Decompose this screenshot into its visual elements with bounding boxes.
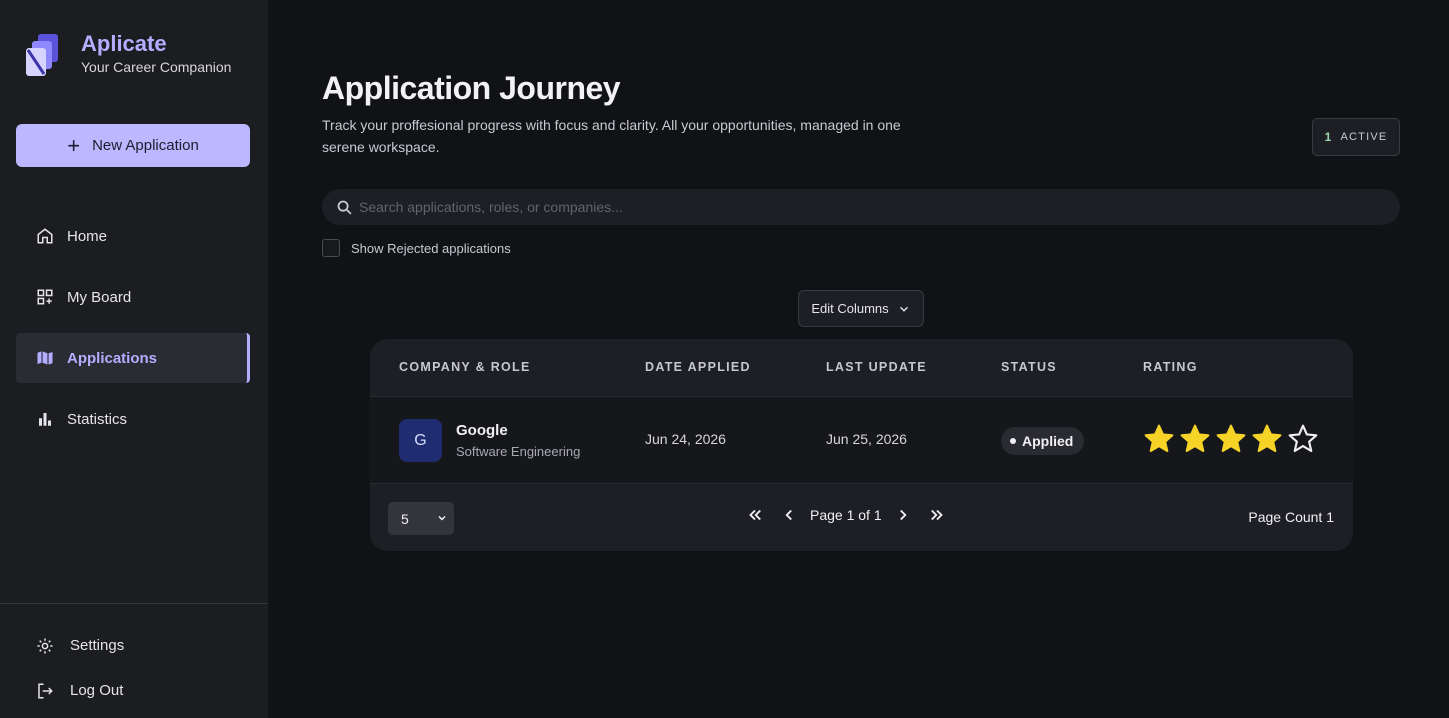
- pagination: Page 1 of 1: [746, 506, 946, 524]
- last-page-icon[interactable]: [928, 506, 946, 524]
- sidebar-bottom: Settings Log Out: [0, 603, 268, 713]
- show-rejected-label: Show Rejected applications: [351, 240, 511, 256]
- brand-title: Aplicate: [81, 31, 167, 56]
- date-applied: Jun 24, 2026: [645, 431, 726, 447]
- star-filled-icon[interactable]: [1143, 423, 1175, 455]
- chevron-down-icon: [438, 515, 446, 521]
- company-name: Google: [456, 422, 508, 439]
- next-page-icon[interactable]: [894, 506, 912, 524]
- board-icon: [37, 289, 53, 305]
- search-input[interactable]: [359, 199, 1259, 215]
- search-icon: [337, 200, 352, 215]
- status-label: Applied: [1022, 433, 1074, 449]
- sidebar-item-label: Settings: [70, 637, 125, 654]
- show-rejected-toggle[interactable]: Show Rejected applications: [322, 239, 511, 257]
- sidebar-item-logout[interactable]: Log Out: [0, 668, 268, 713]
- sidebar-item-label: Applications: [67, 349, 158, 367]
- column-header-last-update[interactable]: LAST UPDATE: [826, 360, 927, 374]
- search-bar[interactable]: [322, 189, 1400, 225]
- column-header-company[interactable]: COMPANY & ROLE: [399, 360, 531, 374]
- active-label: ACTIVE: [1340, 131, 1388, 143]
- column-header-rating[interactable]: RATING: [1143, 360, 1198, 374]
- sidebar-item-label: My Board: [67, 288, 132, 306]
- show-rejected-checkbox[interactable]: [322, 239, 340, 257]
- bar-chart-icon: [39, 413, 51, 426]
- page-description: Track your proffesional progress with fo…: [322, 117, 901, 155]
- last-update: Jun 25, 2026: [826, 431, 907, 447]
- app-logo-icon: [24, 32, 64, 80]
- map-icon: [37, 351, 53, 365]
- first-page-icon[interactable]: [746, 506, 764, 524]
- sidebar-nav: Home My Board Applications Statistics: [16, 211, 250, 455]
- gear-icon: [37, 638, 53, 653]
- page-title: Application Journey: [322, 70, 621, 106]
- sidebar-item-label: Log Out: [70, 682, 124, 699]
- sidebar-item-label: Home: [67, 227, 108, 245]
- brand-subtitle: Your Career Companion: [81, 59, 232, 75]
- plus-icon: +: [67, 132, 81, 158]
- active-count: 1: [1324, 130, 1333, 144]
- role-name: Software Engineering: [456, 444, 581, 459]
- page-size-value: 5: [401, 510, 409, 527]
- star-filled-icon[interactable]: [1215, 423, 1247, 455]
- edit-columns-label: Edit Columns: [811, 301, 889, 316]
- company-avatar: G: [399, 419, 442, 462]
- star-filled-icon[interactable]: [1251, 423, 1283, 455]
- sidebar-item-home[interactable]: Home: [16, 211, 250, 261]
- table-row[interactable]: G Google Software Engineering Jun 24, 20…: [370, 396, 1353, 484]
- table-footer: 5 Page 1 of 1 Page Count 1: [370, 484, 1353, 551]
- star-filled-icon[interactable]: [1179, 423, 1211, 455]
- new-application-label: New Application: [92, 137, 199, 154]
- page-count: Page Count 1: [1248, 509, 1334, 525]
- sidebar-item-settings[interactable]: Settings: [0, 623, 268, 668]
- sidebar-item-my-board[interactable]: My Board: [16, 272, 250, 322]
- previous-page-icon[interactable]: [780, 506, 798, 524]
- sidebar-item-label: Statistics: [67, 410, 128, 428]
- logout-icon: [38, 683, 53, 698]
- edit-columns-button[interactable]: Edit Columns: [798, 290, 924, 327]
- page-size-select[interactable]: 5: [388, 502, 454, 535]
- column-header-status[interactable]: STATUS: [1001, 360, 1057, 374]
- status-dot-icon: [1010, 438, 1016, 444]
- new-application-button[interactable]: + New Application: [16, 124, 250, 167]
- rating-stars[interactable]: [1143, 423, 1323, 455]
- sidebar-item-applications[interactable]: Applications: [16, 333, 250, 383]
- table-header: COMPANY & ROLE DATE APPLIED LAST UPDATE …: [370, 339, 1353, 396]
- column-header-date-applied[interactable]: DATE APPLIED: [645, 360, 751, 374]
- chevron-down-icon: [899, 306, 908, 312]
- sidebar-item-statistics[interactable]: Statistics: [16, 394, 250, 444]
- brand[interactable]: Aplicate Your Career Companion: [24, 32, 231, 80]
- status-badge: Applied: [1001, 427, 1085, 455]
- applications-table: COMPANY & ROLE DATE APPLIED LAST UPDATE …: [370, 339, 1353, 551]
- active-count-badge: 1 ACTIVE: [1312, 118, 1400, 156]
- home-icon: [37, 228, 53, 244]
- sidebar: Aplicate Your Career Companion + New App…: [0, 0, 268, 718]
- star-empty-icon[interactable]: [1287, 423, 1319, 455]
- page-indicator: Page 1 of 1: [810, 507, 882, 523]
